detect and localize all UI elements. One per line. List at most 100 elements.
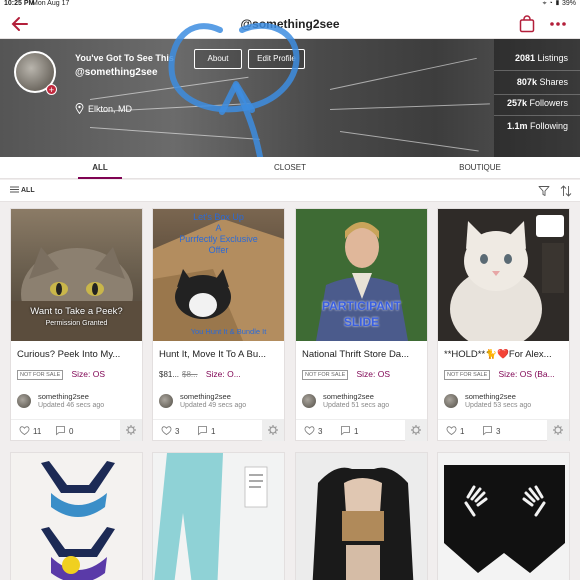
listing-size: Size: OS [356, 369, 391, 379]
listing-photo[interactable]: Want to Take a Peek? Permission Granted [11, 209, 142, 341]
listing-card[interactable] [10, 452, 143, 580]
listing-card[interactable]: Want to Take a Peek? Permission Granted … [10, 208, 143, 441]
stat-following[interactable]: 1.1m Following [507, 121, 568, 131]
listing-card[interactable] [152, 452, 285, 580]
closet-tabs: ALL CLOSET BOUTIQUE [0, 157, 580, 179]
shopping-bag-icon[interactable] [518, 15, 536, 33]
seller-name[interactable]: something2see [180, 392, 231, 401]
seller-avatar[interactable] [444, 394, 458, 408]
like-button[interactable]: 3 [304, 425, 322, 436]
seller-avatar[interactable] [302, 394, 316, 408]
listing-meta: NOT FOR SALE Size: OS [17, 369, 141, 381]
listing-price: $81... [159, 370, 180, 379]
white-cat-image [438, 209, 569, 341]
banner-decoration [89, 76, 249, 100]
like-count: 11 [33, 427, 42, 436]
seller-avatar[interactable] [159, 394, 173, 408]
like-button[interactable]: 3 [161, 425, 179, 436]
listing-card[interactable]: **HOLD**🐈❤️For Alex... NOT FOR SALE Size… [437, 208, 570, 441]
listing-actions: 3 1 [296, 419, 427, 441]
comment-icon [198, 426, 207, 436]
sort-icon[interactable] [560, 185, 572, 197]
comment-count: 3 [496, 427, 501, 436]
listing-photo[interactable]: Let's Box Up A Purrfectly Exclusive Offe… [153, 209, 284, 341]
updated-time: Updated 46 secs ago [38, 402, 105, 409]
category-filter-label: ALL [21, 187, 35, 194]
stat-value: 257k [506, 98, 527, 108]
like-count: 3 [175, 427, 180, 436]
tab-all[interactable]: ALL [78, 163, 122, 172]
seller-avatar[interactable] [17, 394, 31, 408]
updated-time: Updated 49 secs ago [180, 402, 247, 409]
listing-photo[interactable]: PARTICIPANT SLIDE [296, 209, 427, 341]
leather-jacket-image [296, 453, 427, 580]
tab-closet[interactable]: CLOSET [262, 163, 318, 172]
banner-decoration [329, 57, 477, 90]
listing-title[interactable]: National Thrift Store Da... [302, 349, 424, 360]
not-for-sale-badge: NOT FOR SALE [17, 370, 64, 380]
comment-count: 0 [69, 427, 74, 436]
menu-icon [10, 186, 19, 193]
location-text: Elkton, MD [88, 104, 133, 114]
edit-profile-button[interactable]: Edit Profile [248, 49, 305, 69]
listing-meta: $81... $8... Size: O... [159, 369, 283, 381]
stat-followers[interactable]: 257k Followers [507, 98, 568, 108]
listing-card[interactable] [295, 452, 428, 580]
add-photo-icon[interactable]: + [46, 84, 57, 95]
shop-handle: @something2see [75, 67, 158, 78]
updated-time: Updated 53 secs ago [465, 402, 532, 409]
shop-name: You've Got To See This [75, 53, 174, 63]
updated-time: Updated 51 secs ago [323, 402, 390, 409]
not-for-sale-badge: NOT FOR SALE [302, 370, 349, 380]
listing-card[interactable]: PARTICIPANT SLIDE National Thrift Store … [295, 208, 428, 441]
listing-card[interactable]: Let's Box Up A Purrfectly Exclusive Offe… [152, 208, 285, 441]
comment-count: 1 [354, 427, 359, 436]
not-for-sale-badge: NOT FOR SALE [444, 370, 491, 380]
active-tab-indicator [78, 177, 122, 179]
listing-size: Size: O... [205, 369, 241, 379]
status-time: 10:25 PM [4, 0, 35, 7]
tab-boutique[interactable]: BOUTIQUE [450, 163, 510, 172]
about-button[interactable]: About [194, 49, 242, 69]
status-bar: 10:25 PM Mon Aug 17 ⌖ ◔ ▮ 39% [0, 0, 580, 9]
listing-photo[interactable] [438, 209, 569, 341]
filter-funnel-icon[interactable] [538, 185, 550, 197]
seller-name[interactable]: something2see [465, 392, 516, 401]
skeleton-hands-shorts-image [438, 453, 569, 580]
comment-button[interactable]: 3 [482, 425, 500, 436]
comment-button[interactable]: 1 [197, 425, 215, 436]
share-button[interactable] [262, 420, 284, 441]
divider [494, 115, 580, 116]
share-icon [411, 425, 421, 435]
status-indicators: ⌖ ◔ ▮ 39% [542, 0, 576, 7]
photo-caption: Let's Box Up [193, 212, 244, 222]
closet-page: 10:25 PM Mon Aug 17 ⌖ ◔ ▮ 39% @something… [0, 0, 580, 580]
stat-value: 2081 [514, 53, 535, 63]
share-button[interactable] [405, 420, 427, 441]
like-button[interactable]: 11 [19, 425, 41, 436]
location: Elkton, MD [75, 103, 132, 114]
listing-title[interactable]: Hunt It, Move It To A Bu... [159, 349, 281, 360]
listing-title[interactable]: Curious? Peek Into My... [17, 349, 139, 360]
listing-title[interactable]: **HOLD**🐈❤️For Alex... [444, 349, 566, 360]
banner-decoration [329, 103, 490, 110]
listing-size: Size: OS [71, 369, 106, 379]
heart-icon [304, 426, 315, 435]
share-button[interactable] [547, 420, 569, 441]
listing-card[interactable] [437, 452, 570, 580]
like-button[interactable]: 1 [446, 425, 464, 436]
stat-label: Listings [537, 53, 568, 63]
photo-caption: SLIDE [343, 315, 380, 329]
share-button[interactable] [120, 420, 142, 441]
seller-name[interactable]: something2see [38, 392, 89, 401]
photo-caption: Purrfectly Exclusive [179, 234, 258, 244]
category-filter-button[interactable]: ALL [10, 186, 35, 194]
seller-name[interactable]: something2see [323, 392, 374, 401]
listing-actions: 3 1 [153, 419, 284, 441]
more-options-icon[interactable] [548, 15, 568, 33]
comment-button[interactable]: 1 [340, 425, 358, 436]
comment-button[interactable]: 0 [55, 425, 73, 436]
stat-listings[interactable]: 2081 Listings [515, 53, 568, 63]
stat-shares[interactable]: 807k Shares [517, 77, 568, 87]
profile-banner: + You've Got To See This @something2see … [0, 39, 580, 157]
